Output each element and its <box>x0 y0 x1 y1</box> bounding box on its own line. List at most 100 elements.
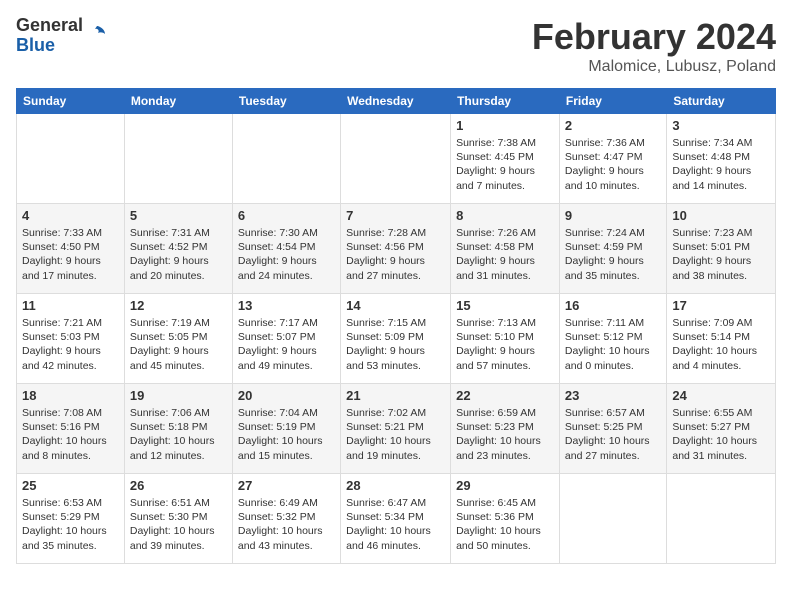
calendar-day: 5 Sunrise: 7:31 AM Sunset: 4:52 PM Daylig… <box>124 204 232 294</box>
day-info: Sunrise: 6:53 AM Sunset: 5:29 PM Dayligh… <box>22 496 119 553</box>
day-number: 28 <box>346 478 445 493</box>
col-saturday: Saturday <box>667 89 776 114</box>
day-number: 25 <box>22 478 119 493</box>
logo-general: General <box>16 16 83 36</box>
day-number: 18 <box>22 388 119 403</box>
col-sunday: Sunday <box>17 89 125 114</box>
col-friday: Friday <box>559 89 666 114</box>
day-number: 9 <box>565 208 661 223</box>
day-info: Sunrise: 7:24 AM Sunset: 4:59 PM Dayligh… <box>565 226 661 283</box>
calendar-day: 7Sunrise: 7:28 AM Sunset: 4:56 PM Daylig… <box>341 204 451 294</box>
calendar-day <box>559 474 666 564</box>
calendar-week-1: 1 Sunrise: 7:38 AM Sunset: 4:45 PM Daylig… <box>17 114 776 204</box>
calendar-body: 1 Sunrise: 7:38 AM Sunset: 4:45 PM Daylig… <box>17 114 776 564</box>
calendar-location: Malomice, Lubusz, Poland <box>532 58 776 76</box>
calendar-week-2: 4Sunrise: 7:33 AM Sunset: 4:50 PM Daylig… <box>17 204 776 294</box>
day-info: Sunrise: 6:49 AM Sunset: 5:32 PM Dayligh… <box>238 496 335 553</box>
calendar-day: 26Sunrise: 6:51 AM Sunset: 5:30 PM Dayli… <box>124 474 232 564</box>
calendar-table: Sunday Monday Tuesday Wednesday Thursday… <box>16 88 776 564</box>
day-info: Sunrise: 6:47 AM Sunset: 5:34 PM Dayligh… <box>346 496 445 553</box>
calendar-day: 6 Sunrise: 7:30 AM Sunset: 4:54 PM Daylig… <box>232 204 340 294</box>
calendar-day: 11 Sunrise: 7:21 AM Sunset: 5:03 PM Dayli… <box>17 294 125 384</box>
day-number: 15 <box>456 298 554 313</box>
day-info: Sunrise: 7:02 AM Sunset: 5:21 PM Dayligh… <box>346 406 445 463</box>
calendar-day: 10 Sunrise: 7:23 AM Sunset: 5:01 PM Dayli… <box>667 204 776 294</box>
calendar-day <box>124 114 232 204</box>
day-info: Sunrise: 7:17 AM Sunset: 5:07 PM Dayligh… <box>238 316 335 373</box>
day-number: 12 <box>130 298 227 313</box>
col-monday: Monday <box>124 89 232 114</box>
day-number: 19 <box>130 388 227 403</box>
day-number: 11 <box>22 298 119 313</box>
day-number: 10 <box>672 208 770 223</box>
day-number: 20 <box>238 388 335 403</box>
logo: General Blue <box>16 16 107 56</box>
day-info: Sunrise: 7:23 AM Sunset: 5:01 PM Dayligh… <box>672 226 770 283</box>
calendar-day: 12 Sunrise: 7:19 AM Sunset: 5:05 PM Dayli… <box>124 294 232 384</box>
calendar-title: February 2024 <box>532 16 776 58</box>
calendar-day: 16Sunrise: 7:11 AM Sunset: 5:12 PM Dayli… <box>559 294 666 384</box>
calendar-day <box>17 114 125 204</box>
day-number: 26 <box>130 478 227 493</box>
day-number: 16 <box>565 298 661 313</box>
day-info: Sunrise: 7:26 AM Sunset: 4:58 PM Dayligh… <box>456 226 554 283</box>
calendar-day: 20 Sunrise: 7:04 AM Sunset: 5:19 PM Dayli… <box>232 384 340 474</box>
day-number: 24 <box>672 388 770 403</box>
day-number: 2 <box>565 118 661 133</box>
calendar-day: 18 Sunrise: 7:08 AM Sunset: 5:16 PM Dayli… <box>17 384 125 474</box>
day-info: Sunrise: 7:09 AM Sunset: 5:14 PM Dayligh… <box>672 316 770 373</box>
day-info: Sunrise: 6:59 AM Sunset: 5:23 PM Dayligh… <box>456 406 554 463</box>
calendar-day: 13Sunrise: 7:17 AM Sunset: 5:07 PM Dayli… <box>232 294 340 384</box>
calendar-day: 1 Sunrise: 7:38 AM Sunset: 4:45 PM Daylig… <box>451 114 560 204</box>
logo-blue: Blue <box>16 36 83 56</box>
day-info: Sunrise: 7:15 AM Sunset: 5:09 PM Dayligh… <box>346 316 445 373</box>
day-info: Sunrise: 6:45 AM Sunset: 5:36 PM Dayligh… <box>456 496 554 553</box>
calendar-day: 23Sunrise: 6:57 AM Sunset: 5:25 PM Dayli… <box>559 384 666 474</box>
calendar-day: 8Sunrise: 7:26 AM Sunset: 4:58 PM Daylig… <box>451 204 560 294</box>
calendar-day <box>232 114 340 204</box>
calendar-day: 3Sunrise: 7:34 AM Sunset: 4:48 PM Daylig… <box>667 114 776 204</box>
calendar-day: 27Sunrise: 6:49 AM Sunset: 5:32 PM Dayli… <box>232 474 340 564</box>
calendar-header: Sunday Monday Tuesday Wednesday Thursday… <box>17 89 776 114</box>
col-tuesday: Tuesday <box>232 89 340 114</box>
calendar-day: 29Sunrise: 6:45 AM Sunset: 5:36 PM Dayli… <box>451 474 560 564</box>
calendar-day <box>341 114 451 204</box>
day-number: 22 <box>456 388 554 403</box>
calendar-day: 9 Sunrise: 7:24 AM Sunset: 4:59 PM Daylig… <box>559 204 666 294</box>
logo-bird-icon <box>87 24 107 44</box>
day-number: 1 <box>456 118 554 133</box>
day-info: Sunrise: 7:34 AM Sunset: 4:48 PM Dayligh… <box>672 136 770 193</box>
calendar-day: 14 Sunrise: 7:15 AM Sunset: 5:09 PM Dayli… <box>341 294 451 384</box>
calendar-week-3: 11 Sunrise: 7:21 AM Sunset: 5:03 PM Dayli… <box>17 294 776 384</box>
calendar-day: 22 Sunrise: 6:59 AM Sunset: 5:23 PM Dayli… <box>451 384 560 474</box>
day-info: Sunrise: 7:04 AM Sunset: 5:19 PM Dayligh… <box>238 406 335 463</box>
day-info: Sunrise: 7:19 AM Sunset: 5:05 PM Dayligh… <box>130 316 227 373</box>
day-info: Sunrise: 7:08 AM Sunset: 5:16 PM Dayligh… <box>22 406 119 463</box>
day-info: Sunrise: 6:57 AM Sunset: 5:25 PM Dayligh… <box>565 406 661 463</box>
day-number: 14 <box>346 298 445 313</box>
calendar-day: 15 Sunrise: 7:13 AM Sunset: 5:10 PM Dayli… <box>451 294 560 384</box>
day-info: Sunrise: 7:21 AM Sunset: 5:03 PM Dayligh… <box>22 316 119 373</box>
header-row: Sunday Monday Tuesday Wednesday Thursday… <box>17 89 776 114</box>
calendar-day: 21 Sunrise: 7:02 AM Sunset: 5:21 PM Dayli… <box>341 384 451 474</box>
day-info: Sunrise: 7:38 AM Sunset: 4:45 PM Dayligh… <box>456 136 554 193</box>
calendar-day: 25 Sunrise: 6:53 AM Sunset: 5:29 PM Dayli… <box>17 474 125 564</box>
calendar-day: 24 Sunrise: 6:55 AM Sunset: 5:27 PM Dayli… <box>667 384 776 474</box>
day-info: Sunrise: 7:13 AM Sunset: 5:10 PM Dayligh… <box>456 316 554 373</box>
day-info: Sunrise: 6:55 AM Sunset: 5:27 PM Dayligh… <box>672 406 770 463</box>
calendar-day <box>667 474 776 564</box>
day-number: 6 <box>238 208 335 223</box>
day-number: 4 <box>22 208 119 223</box>
calendar-day: 2Sunrise: 7:36 AM Sunset: 4:47 PM Daylig… <box>559 114 666 204</box>
day-number: 5 <box>130 208 227 223</box>
day-info: Sunrise: 7:31 AM Sunset: 4:52 PM Dayligh… <box>130 226 227 283</box>
day-number: 7 <box>346 208 445 223</box>
calendar-day: 19Sunrise: 7:06 AM Sunset: 5:18 PM Dayli… <box>124 384 232 474</box>
day-info: Sunrise: 7:30 AM Sunset: 4:54 PM Dayligh… <box>238 226 335 283</box>
calendar-day: 17 Sunrise: 7:09 AM Sunset: 5:14 PM Dayli… <box>667 294 776 384</box>
calendar-day: 4Sunrise: 7:33 AM Sunset: 4:50 PM Daylig… <box>17 204 125 294</box>
logo-text: General Blue <box>16 16 83 56</box>
day-number: 17 <box>672 298 770 313</box>
day-number: 21 <box>346 388 445 403</box>
col-thursday: Thursday <box>451 89 560 114</box>
